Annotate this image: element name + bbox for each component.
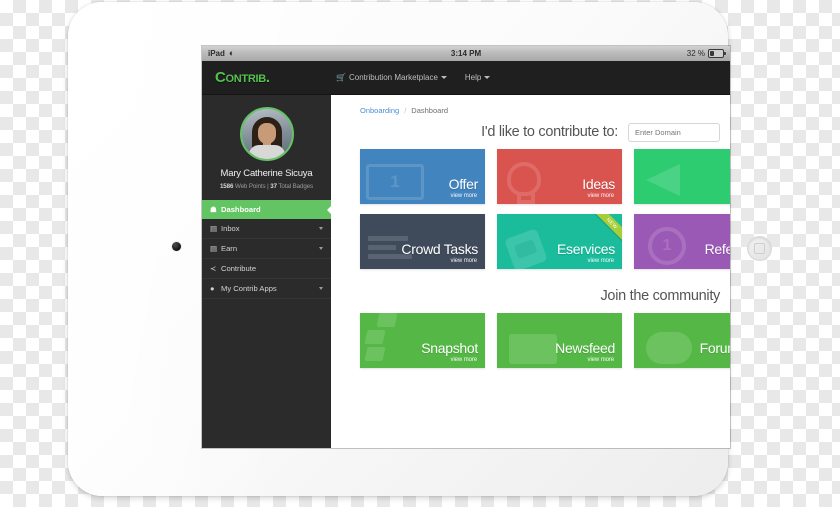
tile-crowd-tasks[interactable]: Crowd Tasks view more [360,214,485,269]
cubes-icon [364,313,398,364]
earn-icon: ▤ [210,244,218,253]
user-name: Mary Catherine Sicuya [220,168,313,179]
community-heading: Join the community [600,288,720,304]
document-icon [503,228,548,269]
avatar[interactable] [239,107,294,161]
avatar-container [202,94,331,161]
active-indicator-arrow [327,204,332,215]
status-bar-clock: 3:14 PM [450,49,482,58]
badges-value: 37 [270,183,277,190]
chevron-down-icon [440,76,447,79]
points-value: 1586 [219,183,234,190]
banknote-icon [366,164,424,204]
cart-icon: 🛒 [336,73,346,82]
tile-row-community: Snapshot view more Newsfeed view more Fo… [331,313,730,368]
sidebar-item-my-contrib-apps[interactable]: ● My Contrib Apps [202,279,331,299]
bubble-icon [640,332,692,368]
main-content: Onboarding / Dashboard I'd like to contr… [331,94,730,448]
contribute-heading: I'd like to contribute to: [481,124,618,140]
tile-row-contribute-2: Crowd Tasks view more NEW Eservices view… [331,214,730,269]
sidebar-item-label: My Contrib Apps [221,284,277,293]
tile-eservices[interactable]: NEW Eservices view more [497,214,622,269]
tile-label: Snapshot [421,340,478,356]
contribute-section-header: I'd like to contribute to: [331,115,730,149]
tile-view-more: view more [587,193,615,199]
nav-label: Contribution Marketplace [348,73,438,82]
community-section-header: Join the community [331,279,730,313]
points-label: Web Points | [233,183,271,190]
topbar-nav: 🛒 Contribution Marketplace Help [331,73,491,82]
badges-label: Total Badges [276,183,314,190]
tile-label: Forum D [699,340,730,356]
sidebar-menu: ☗ Dashboard ▤ Inbox ▤ Earn ≺ Contribute [202,200,332,299]
tile-view-more: view more [587,357,615,363]
nav-contribution-marketplace[interactable]: 🛒 Contribution Marketplace [336,73,447,82]
ios-status-bar: iPad ◐ 3:14 PM 32 % [202,46,730,61]
scale-icon [640,227,686,269]
breadcrumb-dashboard: Dashboard [411,106,448,115]
circle-icon: ● [210,284,215,293]
megaphone-icon [640,164,680,204]
tile-label: Ideas [582,176,615,192]
chevron-down-icon [319,287,323,290]
tile-label: Referral [704,241,730,257]
sidebar-item-inbox[interactable]: ▤ Inbox [202,219,331,239]
domain-input[interactable] [628,122,720,142]
tile-ideas[interactable]: Ideas view more [497,149,622,204]
tile-newsfeed[interactable]: Newsfeed view more [497,313,622,368]
contrib-logo[interactable]: Contrib. [202,69,331,86]
tile-label: Newsfeed [555,340,615,356]
user-stats: 1586 Web Points | 37 Total Badges [202,183,331,190]
tile-label: Offer [448,176,479,192]
tile-referral[interactable]: Referral [634,214,730,269]
tile-offer[interactable]: Offer view more [360,149,485,204]
tile-label: Eservices [557,241,615,257]
sidebar-item-dashboard[interactable]: ☗ Dashboard [202,200,332,219]
sidebar-item-label: Earn [221,244,238,253]
home-icon: ☗ [210,205,217,214]
lightbulb-icon [503,162,541,204]
tile-view-more: view more [450,193,478,199]
app-topbar: Contrib. 🛒 Contribution Marketplace Help [202,61,730,95]
front-camera-icon [172,242,181,251]
chevron-down-icon [319,227,323,230]
share-icon: ≺ [210,264,217,273]
breadcrumb: Onboarding / Dashboard [331,94,730,115]
nav-help[interactable]: Help [464,73,491,82]
battery-icon [708,49,726,58]
tile-snapshot[interactable]: Snapshot view more [360,313,485,368]
nav-label: Help [464,73,482,82]
sidebar-item-earn[interactable]: ▤ Earn [202,239,331,259]
tile-promote[interactable] [634,149,730,204]
tile-row-contribute-1: Offer view more Ideas view more [331,149,730,204]
tile-view-more: view more [450,258,478,264]
sidebar-item-label: Contribute [221,264,257,273]
screen-icon [503,334,557,368]
battery-fill [710,51,715,56]
chevron-down-icon [484,76,491,79]
chevron-down-icon [319,247,323,250]
ipad-device-frame: iPad ◐ 3:14 PM 32 % Contrib. 🛒 Contribut… [68,2,772,496]
tile-forum-discussion[interactable]: Forum D [634,313,730,368]
tile-label: Crowd Tasks [401,241,478,257]
sidebar-item-contribute[interactable]: ≺ Contribute [202,259,331,279]
home-button-square-icon [754,243,765,254]
home-button[interactable] [747,236,772,261]
sidebar-item-label: Inbox [221,224,240,233]
tablet-screen: iPad ◐ 3:14 PM 32 % Contrib. 🛒 Contribut… [202,46,730,448]
avatar-body [248,145,285,159]
inbox-icon: ▤ [210,224,218,233]
sidebar-item-label: Dashboard [221,205,261,214]
breadcrumb-onboarding[interactable]: Onboarding [360,106,399,115]
sidebar: Mary Catherine Sicuya 1586 Web Points | … [202,94,332,448]
tile-view-more: view more [450,357,478,363]
breadcrumb-separator: / [404,106,407,115]
tile-view-more: view more [587,258,615,264]
